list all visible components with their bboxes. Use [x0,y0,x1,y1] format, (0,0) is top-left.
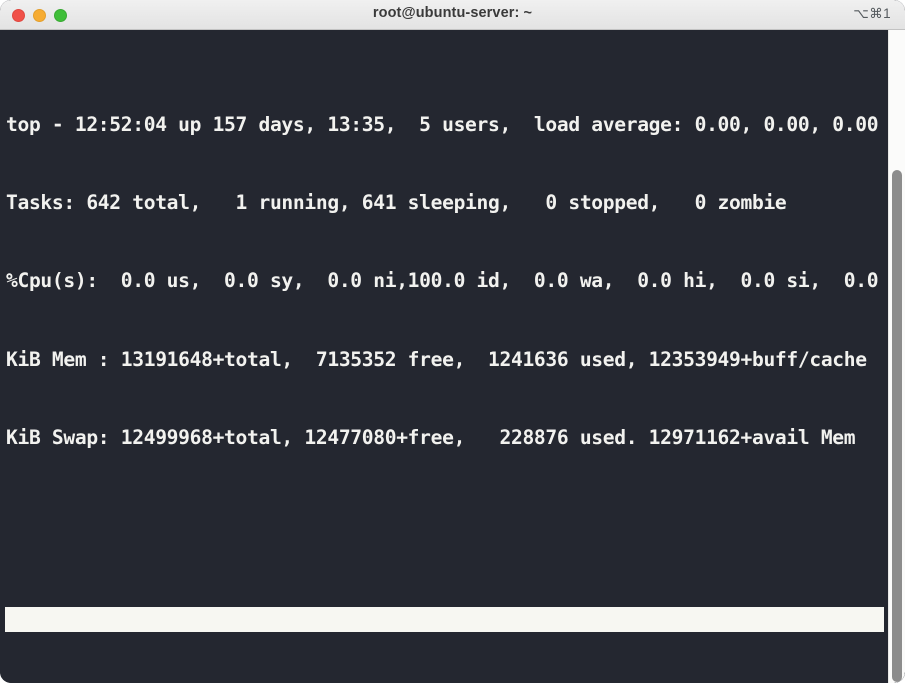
terminal-body[interactable]: top - 12:52:04 up 157 days, 13:35, 5 use… [0,30,905,683]
top-uptime-line: top - 12:52:04 up 157 days, 13:35, 5 use… [6,113,879,137]
top-swap-line: KiB Swap: 12499968+total, 12477080+free,… [6,425,856,449]
terminal-screen[interactable]: top - 12:52:04 up 157 days, 13:35, 5 use… [0,30,905,683]
process-table-header-row: PID USER PR NI VIRT RES SHR S %CPU %MEM … [5,607,888,633]
terminal-window: root@ubuntu-server: ~ ⌥⌘1 top - 12:52:04… [0,0,905,683]
window-titlebar[interactable]: root@ubuntu-server: ~ ⌥⌘1 [0,0,905,30]
top-mem-line: KiB Mem : 13191648+total, 7135352 free, … [6,347,867,371]
scrollbar-thumb[interactable] [892,170,902,682]
process-table-header-background [5,607,884,633]
vertical-scrollbar[interactable] [888,30,905,683]
blank-separator-line [6,503,888,529]
top-tasks-line: Tasks: 642 total, 1 running, 641 sleepin… [6,191,787,215]
window-title: root@ubuntu-server: ~ [372,5,533,21]
top-cpu-line: %Cpu(s): 0.0 us, 0.0 sy, 0.0 ni,100.0 id… [6,269,905,293]
window-shortcut-indicator: ⌥⌘1 [853,6,891,21]
